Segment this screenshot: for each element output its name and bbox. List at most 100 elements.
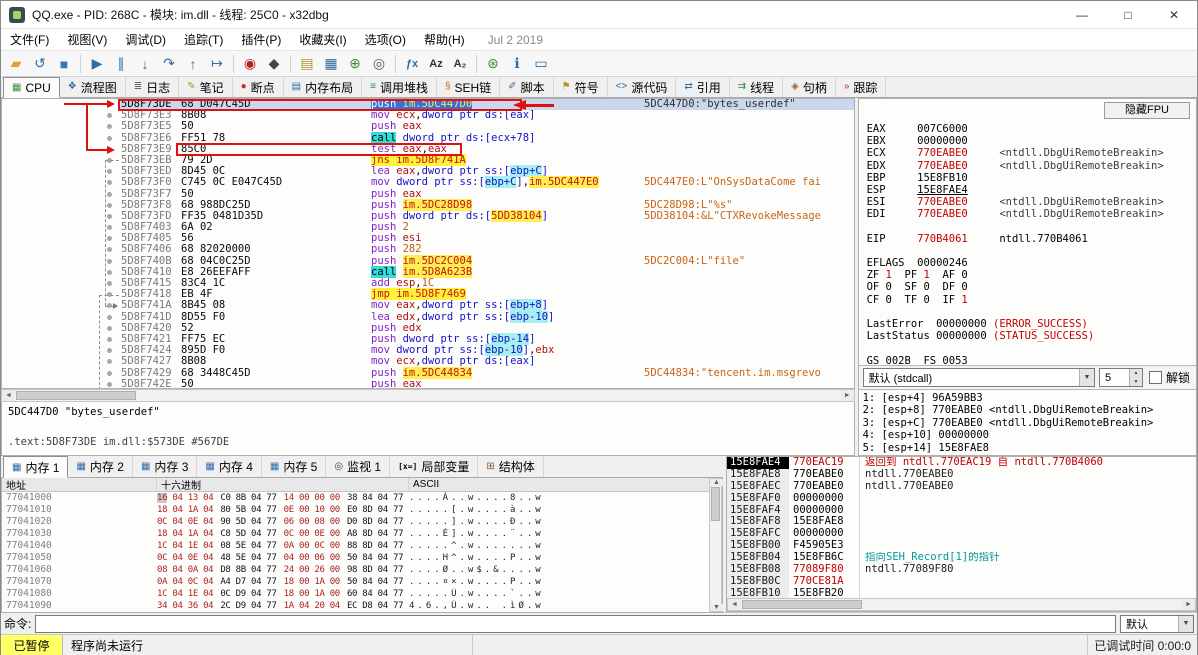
scroll-track[interactable]	[710, 486, 721, 604]
tab-call-stack[interactable]: ≡ 调用堆栈	[362, 77, 437, 97]
disasm-row[interactable]: 5D8F742E 50 push eax	[2, 378, 854, 388]
spinner-down-icon[interactable]: ▼	[1130, 378, 1142, 387]
register-row[interactable]: CF 0 TF 0 IF 1	[867, 294, 1196, 306]
breakpoint-dot-icon[interactable]	[107, 359, 112, 365]
breakpoint-dot-icon[interactable]	[107, 225, 112, 231]
argument-row[interactable]: 1: [esp+4] 96A59BB3	[863, 392, 1192, 404]
trace-record-icon[interactable]: ◆	[262, 53, 286, 75]
step-into-icon[interactable]: ↓	[133, 53, 157, 75]
register-row[interactable]: EBX 00000000	[867, 135, 1196, 147]
breakpoint-dot-icon[interactable]	[107, 381, 112, 387]
menu-item[interactable]: 文件(F)	[1, 29, 58, 50]
unlock-checkbox[interactable]: 解锁	[1147, 369, 1192, 386]
tab-watch-1[interactable]: ◎ 监视 1	[326, 456, 391, 477]
scroll-track[interactable]	[741, 599, 1182, 610]
dump-row[interactable]: 77041020 0C 04 0E 04 90 5D 04 77 06 00 08 0…	[2, 516, 709, 528]
register-row[interactable]: GS 002B FS 0053	[867, 355, 1196, 366]
breakpoint-dot-icon[interactable]	[107, 281, 112, 286]
tab-dump-4[interactable]: ▦ 内存 4	[197, 456, 262, 477]
dump-row[interactable]: 77041030 18 04 1A 04 C8 5D 04 77 0C 00 0E 0…	[2, 528, 709, 540]
breakpoint-dot-icon[interactable]	[107, 113, 112, 119]
stack-row[interactable]: 15E8FAF0 00000000	[727, 492, 1196, 505]
watch-icon[interactable]: ◎	[367, 53, 391, 75]
breakpoint-dot-icon[interactable]	[107, 191, 112, 197]
scroll-down-icon[interactable]: ▼	[710, 604, 723, 611]
breakpoint-dot-icon[interactable]	[107, 325, 112, 331]
tab-cpu[interactable]: ▦ CPU	[3, 77, 60, 98]
tab-trace[interactable]: » 跟踪	[836, 77, 887, 97]
menu-item[interactable]: 收藏夹(I)	[290, 29, 355, 50]
tab-script[interactable]: ✐ 脚本	[500, 77, 554, 97]
tab-source[interactable]: <> 源代码	[608, 77, 677, 97]
tab-log[interactable]: ≣ 日志	[126, 77, 180, 97]
register-row[interactable]: EDI 770EABE0 <ntdll.DbgUiRemoteBreakin>	[867, 208, 1196, 220]
tab-symbols[interactable]: ⚑ 符号	[554, 77, 608, 97]
scroll-thumb[interactable]	[16, 391, 136, 400]
argument-count-spinner[interactable]: 5 ▲ ▼	[1098, 368, 1143, 388]
register-row[interactable]: EFLAGS 00000246	[867, 257, 1196, 269]
breakpoint-dot-icon[interactable]	[107, 348, 112, 354]
dump-row[interactable]: 77041040 1C 04 1E 04 08 5E 04 77 0A 00 0C 0…	[2, 540, 709, 552]
text-size-icon[interactable]: A₂	[448, 53, 472, 75]
close-button[interactable]: ✕	[1151, 1, 1197, 29]
run-icon[interactable]: ▶	[85, 53, 109, 75]
pause-icon[interactable]: ∥	[109, 53, 133, 75]
menu-item[interactable]: 调试(D)	[116, 29, 175, 50]
register-row[interactable]	[867, 306, 1196, 318]
disasm-row[interactable]: 5D8F7429 68 3448C45D push im.5DC44834 5DC44…	[2, 366, 854, 379]
breakpoint-dot-icon[interactable]	[107, 124, 112, 130]
breakpoint-dot-icon[interactable]	[107, 247, 112, 253]
register-row[interactable]: ZF 1 PF 1 AF 0	[867, 269, 1196, 281]
memory-map-icon[interactable]: ▦	[319, 53, 343, 75]
step-out-icon[interactable]: ↑	[181, 53, 205, 75]
settings-icon[interactable]: ⊛	[481, 53, 505, 75]
argument-row[interactable]: 3: [esp+C] 770EABE0 <ntdll.DbgUiRemoteBr…	[863, 417, 1192, 429]
stack-row[interactable]: 15E8FAE8 770EABE0 ntdll.770EABE0	[727, 468, 1196, 481]
argument-row[interactable]: 4: [esp+10] 00000000	[863, 429, 1192, 441]
breakpoint-dot-icon[interactable]	[107, 157, 112, 163]
scroll-track[interactable]	[15, 390, 841, 401]
dump-vscrollbar[interactable]: ▲ ▼	[709, 478, 723, 612]
dropdown-arrow-icon[interactable]: ▼	[1078, 369, 1094, 387]
breakpoint-dot-icon[interactable]	[107, 258, 112, 264]
checkbox-icon[interactable]	[1148, 371, 1162, 385]
menu-item[interactable]: 选项(O)	[356, 29, 415, 50]
dump-row[interactable]: 77041060 08 04 0A 04 D8 8B 04 77 24 00 26 0…	[2, 564, 709, 576]
breakpoint-dot-icon[interactable]	[107, 292, 112, 298]
dump-row[interactable]: 77041080 1C 04 1E 04 0C D9 04 77 18 00 1A 0…	[2, 588, 709, 600]
scroll-thumb[interactable]	[711, 487, 720, 521]
open-file-icon[interactable]: ▰	[4, 53, 28, 75]
fx-icon[interactable]: ƒx	[400, 53, 424, 75]
register-row[interactable]	[867, 342, 1196, 354]
minimize-button[interactable]: —	[1059, 1, 1105, 29]
disasm-hscrollbar[interactable]: ◄ ►	[1, 389, 855, 402]
command-input[interactable]	[35, 614, 1116, 633]
breakpoint-dot-icon[interactable]	[107, 135, 112, 141]
breakpoint-dot-icon[interactable]	[107, 370, 112, 376]
breakpoint-dot-icon[interactable]	[107, 213, 112, 219]
tab-struct[interactable]: ⊞ 结构体	[478, 456, 544, 477]
dump-row[interactable]: 77041050 0C 04 0E 04 48 5E 04 77 04 00 06 0…	[2, 552, 709, 564]
menu-item[interactable]: 视图(V)	[58, 29, 116, 50]
restart-icon[interactable]: ↺	[28, 53, 52, 75]
log-icon[interactable]: ▤	[295, 53, 319, 75]
scroll-left-icon[interactable]: ◄	[2, 390, 15, 401]
tab-references[interactable]: ⇄ 引用	[676, 77, 730, 97]
breakpoint-dot-icon[interactable]	[107, 314, 112, 320]
scroll-right-icon[interactable]: ►	[1182, 599, 1195, 610]
register-row[interactable]: EDX 770EABE0 <ntdll.DbgUiRemoteBreakin>	[867, 160, 1196, 172]
register-row[interactable]: OF 0 SF 0 DF 0	[867, 281, 1196, 293]
spinner-buttons[interactable]: ▲ ▼	[1128, 369, 1142, 387]
disasm-row[interactable]: 5D8F7427 8B08 mov ecx,dword ptr ds:[eax]	[2, 356, 854, 367]
register-row[interactable]: LastError 00000000 (ERROR_SUCCESS)	[867, 318, 1196, 330]
menu-item[interactable]: 帮助(H)	[415, 29, 474, 50]
disasm-row[interactable]: 5D8F73F0 C745 0C E047C45D mov dword ptr ss…	[2, 176, 854, 189]
register-row[interactable]: EAX 007C6000	[867, 123, 1196, 135]
menu-item[interactable]: 追踪(T)	[175, 29, 232, 50]
step-over-icon[interactable]: ↷	[157, 53, 181, 75]
patch-icon[interactable]: ⊕	[343, 53, 367, 75]
tab-memory-map[interactable]: ▤ 内存布局	[284, 77, 363, 97]
register-row[interactable]: ECX 770EABE0 <ntdll.DbgUiRemoteBreakin>	[867, 147, 1196, 159]
tab-graph[interactable]: ❖ 流程图	[60, 77, 126, 97]
dump-row[interactable]: 77041070 0A 04 0C 04 A4 D7 04 77 18 00 1A 0…	[2, 576, 709, 588]
